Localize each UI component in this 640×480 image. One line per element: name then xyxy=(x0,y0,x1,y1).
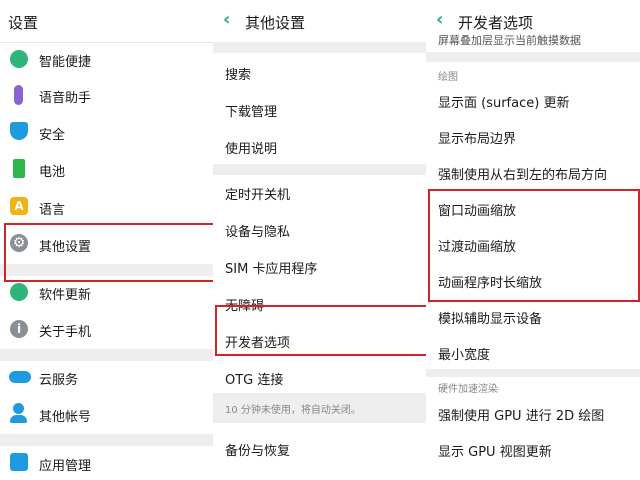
list-item-label: 使用说明 xyxy=(225,142,278,157)
dev-item-label: 强制使用从右到左的布局方向 xyxy=(438,168,608,183)
highlight-box xyxy=(215,305,426,356)
list-item-user-guide[interactable]: 使用说明 xyxy=(213,130,426,160)
dev-item-show-gpu-view-updates[interactable]: 显示 GPU 视图更新 xyxy=(426,434,640,464)
list-item-label: SIM 卡应用程序 xyxy=(225,262,318,277)
dev-item-force-rtl[interactable]: 强制使用从右到左的布局方向 xyxy=(426,157,640,187)
shield-icon xyxy=(10,122,28,140)
list-item-scheduled-power[interactable]: 定时开关机 xyxy=(213,177,426,207)
settings-panel: 设置 智能便捷 语音助手 安全 电池 A 语言 ⚙ 其他设置 软件更新 i 关于… xyxy=(0,0,213,480)
language-icon: A xyxy=(10,197,28,215)
settings-item-security[interactable]: 安全 xyxy=(0,117,213,147)
settings-item-label: 云服务 xyxy=(39,373,79,388)
developer-options-panel: ‹ 开发者选项 屏幕叠加层显示当前触摸数据 绘图 显示面 (surface) 更… xyxy=(426,0,640,480)
settings-item-label: 安全 xyxy=(39,128,66,143)
list-item-backup-restore[interactable]: 备份与恢复 xyxy=(213,433,426,463)
section-header-drawing: 绘图 xyxy=(438,72,458,83)
highlight-box xyxy=(428,189,640,302)
settings-item-app-management[interactable]: 应用管理 xyxy=(0,447,213,477)
settings-item-label: 智能便捷 xyxy=(39,55,92,70)
dev-item-label: 显示布局边界 xyxy=(438,132,517,147)
settings-item-language[interactable]: A 语言 xyxy=(0,192,213,222)
settings-item-smart-assist[interactable]: 智能便捷 xyxy=(0,44,213,74)
dev-item-label: 显示 GPU 视图更新 xyxy=(438,445,552,460)
list-item-label: 定时开关机 xyxy=(225,188,291,203)
dev-item-force-gpu-2d[interactable]: 强制使用 GPU 进行 2D 绘图 xyxy=(426,398,640,428)
list-item-otg[interactable]: OTG 连接 xyxy=(213,362,426,392)
section-gap xyxy=(0,434,213,446)
list-item-label: OTG 连接 xyxy=(225,373,284,388)
list-item-sim-toolkit[interactable]: SIM 卡应用程序 xyxy=(213,251,426,281)
battery-icon xyxy=(13,159,25,178)
cloud-icon xyxy=(9,371,31,383)
list-item-label: 设备与隐私 xyxy=(225,225,291,240)
settings-item-label: 语音助手 xyxy=(39,91,92,106)
section-header-hw-accel: 硬件加速渲染 xyxy=(438,384,498,395)
section-gap xyxy=(0,349,213,361)
dev-item-label: 模拟辅助显示设备 xyxy=(438,312,543,327)
apps-icon xyxy=(10,453,28,471)
list-item-label: 搜索 xyxy=(225,68,252,83)
otg-note: 10 分钟未使用，将自动关闭。 xyxy=(225,405,361,416)
settings-item-label: 其他帐号 xyxy=(39,410,92,425)
settings-item-label: 电池 xyxy=(39,165,66,180)
back-chevron-icon[interactable]: ‹ xyxy=(436,9,443,30)
section-gap xyxy=(426,52,640,62)
account-icon xyxy=(13,403,24,414)
settings-item-label: 关于手机 xyxy=(39,325,92,340)
section-gap xyxy=(213,42,426,53)
highlight-box xyxy=(4,223,213,282)
microphone-icon xyxy=(14,85,23,105)
settings-header: 设置 xyxy=(0,0,213,42)
list-item-search[interactable]: 搜索 xyxy=(213,56,426,86)
account-icon-body xyxy=(10,415,27,423)
dev-item-smallest-width[interactable]: 最小宽度 xyxy=(426,337,640,367)
settings-item-label: 软件更新 xyxy=(39,288,92,303)
divider xyxy=(0,42,213,43)
settings-item-voice-assistant[interactable]: 语音助手 xyxy=(0,80,213,110)
info-icon: i xyxy=(10,320,28,338)
list-item-download-manager[interactable]: 下载管理 xyxy=(213,93,426,123)
dev-item-label: 最小宽度 xyxy=(438,348,491,363)
settings-item-label: 语言 xyxy=(39,203,66,218)
settings-item-cloud-service[interactable]: 云服务 xyxy=(0,362,213,392)
list-item-label: 下载管理 xyxy=(225,105,278,120)
page-title: 设置 xyxy=(8,14,39,32)
page-title: 开发者选项 xyxy=(458,14,534,32)
back-chevron-icon[interactable]: ‹ xyxy=(223,9,230,30)
section-gap xyxy=(426,369,640,377)
list-item-label: 备份与恢复 xyxy=(225,444,291,459)
settings-item-battery[interactable]: 电池 xyxy=(0,154,213,184)
other-settings-panel: ‹ 其他设置 搜索 下载管理 使用说明 定时开关机 设备与隐私 SIM 卡应用程… xyxy=(213,0,426,480)
settings-item-label: 应用管理 xyxy=(39,459,92,474)
section-gap xyxy=(213,164,426,175)
smart-assist-icon xyxy=(10,50,28,68)
settings-item-other-accounts[interactable]: 其他帐号 xyxy=(0,399,213,429)
update-icon xyxy=(10,283,28,301)
dev-item-simulate-secondary-display[interactable]: 模拟辅助显示设备 xyxy=(426,301,640,331)
list-item-device-privacy[interactable]: 设备与隐私 xyxy=(213,214,426,244)
dev-item-label: 显示面 (surface) 更新 xyxy=(438,96,570,111)
cut-off-text: 屏幕叠加层显示当前触摸数据 xyxy=(438,34,581,47)
settings-item-about-phone[interactable]: i 关于手机 xyxy=(0,314,213,344)
page-title: 其他设置 xyxy=(245,14,306,32)
dev-item-show-layout-bounds[interactable]: 显示布局边界 xyxy=(426,121,640,151)
other-settings-header: ‹ 其他设置 xyxy=(213,0,426,42)
dev-item-show-surface-updates[interactable]: 显示面 (surface) 更新 xyxy=(426,85,640,115)
dev-item-label: 强制使用 GPU 进行 2D 绘图 xyxy=(438,409,605,424)
